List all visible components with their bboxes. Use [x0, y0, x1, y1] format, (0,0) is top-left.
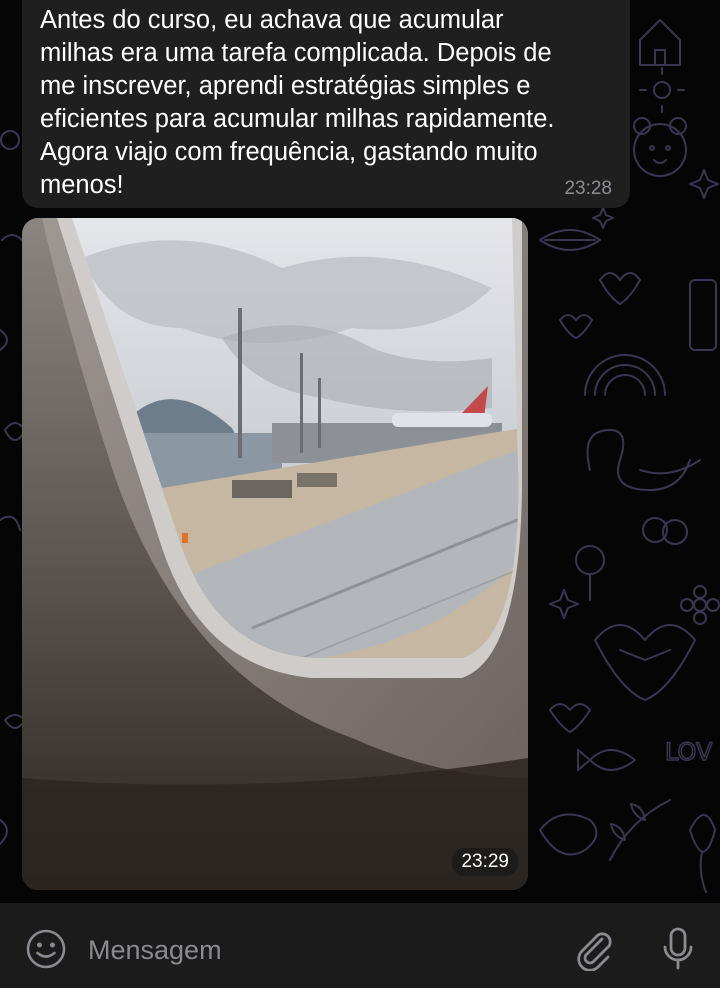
message-composer [0, 903, 720, 988]
microphone-icon[interactable] [656, 925, 700, 973]
photo-timestamp: 23:29 [452, 848, 518, 876]
message-timestamp: 23:28 [564, 178, 612, 199]
message-input[interactable] [86, 927, 550, 973]
smiley-icon[interactable] [24, 927, 68, 971]
airplane-window-photo [22, 218, 528, 890]
svg-text:LOV: LOV [665, 738, 713, 766]
message-text: Antes do curso, eu achava que acumular m… [40, 6, 555, 199]
photo-message[interactable]: 23:29 [22, 218, 528, 890]
paperclip-icon[interactable] [572, 927, 616, 971]
message-bubble[interactable]: Antes do curso, eu achava que acumular m… [22, 0, 630, 208]
chat-area[interactable]: LOV Antes do curso, eu achava que acumul… [0, 0, 720, 903]
